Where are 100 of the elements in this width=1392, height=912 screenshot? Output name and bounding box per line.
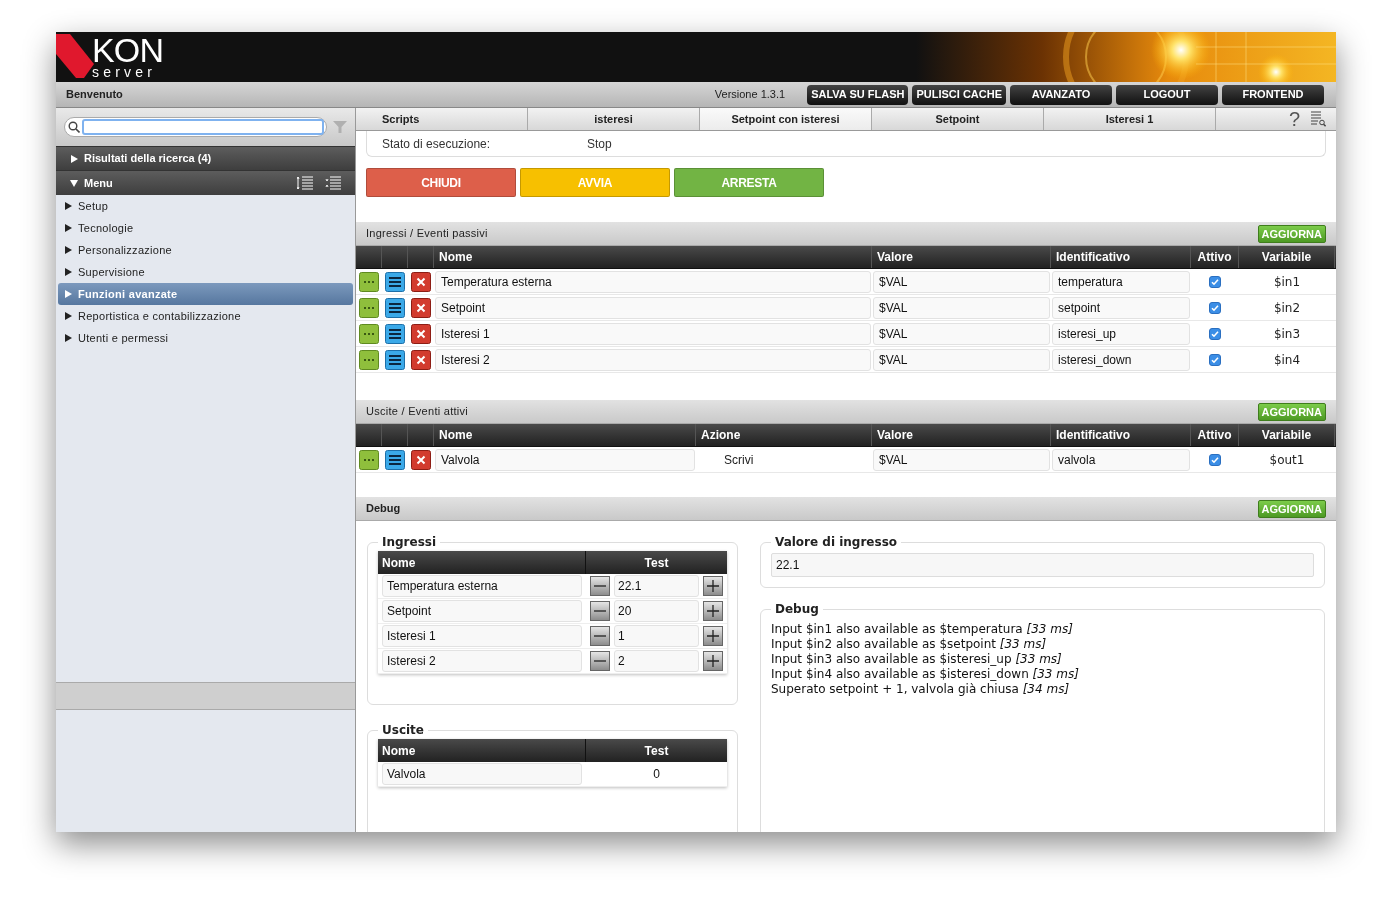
column-header: Variabile [1261, 249, 1312, 266]
text-field[interactable]: temperatura [1052, 270, 1190, 293]
test-value-field[interactable]: 22.1 [614, 575, 699, 597]
panel-title: Debug [774, 601, 820, 618]
active-checkbox[interactable] [1209, 301, 1221, 314]
text-field[interactable]: Isteresi 1 [435, 322, 871, 345]
log-line: Superato setpoint + 1, valvola già chiusa [34 ms] [771, 682, 1071, 697]
column-header: Test [644, 554, 669, 572]
toolbar-button[interactable]: AVANZATO [1010, 84, 1112, 105]
list-icon[interactable] [385, 323, 405, 344]
list-icon[interactable] [385, 271, 405, 292]
text-field[interactable]: $VAL [873, 348, 1050, 371]
menu-item[interactable]: Funzioni avanzate [58, 283, 353, 305]
action-button[interactable]: CHIUDI [366, 168, 516, 197]
search-results-header[interactable]: Risultati della ricerca (4) [56, 146, 355, 170]
panel-title: Valore di ingresso [774, 534, 899, 551]
text-field[interactable]: Valvola [435, 448, 695, 471]
text-field[interactable]: isteresi_up [1052, 322, 1190, 345]
text-field[interactable]: Temperatura esterna [435, 270, 871, 293]
menu-item[interactable]: Reportistica e contabilizzazione [58, 305, 353, 327]
text-field[interactable]: Valvola [382, 763, 582, 785]
delete-icon[interactable] [411, 297, 431, 318]
menu-item[interactable]: Supervisione [58, 261, 353, 283]
text-field[interactable]: $VAL [873, 296, 1050, 319]
toolbar-button[interactable]: FRONTEND [1222, 84, 1324, 105]
text-field[interactable]: Setpoint [435, 296, 871, 319]
log-line: Input $in1 also available as $temperatura [33 ms] [771, 622, 1074, 637]
more-icon[interactable] [359, 349, 379, 370]
active-checkbox[interactable] [1209, 353, 1221, 366]
menu-item[interactable]: Personalizzazione [58, 239, 353, 261]
expand-all-icon[interactable] [297, 176, 313, 190]
test-value-field[interactable]: 2 [614, 650, 699, 672]
minus-icon[interactable] [590, 651, 610, 671]
active-checkbox[interactable] [1209, 453, 1221, 466]
help-button[interactable]: ? [1288, 109, 1300, 129]
log-search-icon[interactable] [1310, 111, 1326, 127]
list-icon[interactable] [385, 297, 405, 318]
search-field[interactable] [64, 117, 327, 137]
text-field[interactable]: Isteresi 1 [382, 625, 582, 647]
variable-text: $in2 [1273, 299, 1301, 317]
more-icon[interactable] [359, 297, 379, 318]
collapse-all-icon[interactable] [325, 176, 341, 190]
expand-arrow-icon [64, 246, 72, 254]
action-text: Scrivi [724, 451, 754, 469]
test-value: 0 [653, 766, 660, 783]
toolbar-button[interactable]: PULISCI CACHE [912, 84, 1006, 105]
toolbar-button[interactable]: LOGOUT [1116, 84, 1218, 105]
toolbar-button[interactable]: SALVA SU FLASH [807, 84, 909, 105]
column-header: Nome [382, 554, 416, 572]
tab[interactable]: Isteresi 1 [1044, 108, 1216, 130]
minus-icon[interactable] [590, 601, 610, 621]
menu-item[interactable]: Utenti e permessi [58, 327, 353, 349]
plus-icon[interactable] [703, 576, 723, 596]
text-field[interactable]: Setpoint [382, 600, 582, 622]
delete-icon[interactable] [411, 323, 431, 344]
list-icon[interactable] [385, 349, 405, 370]
test-value-field[interactable]: 1 [614, 625, 699, 647]
more-icon[interactable] [359, 449, 379, 470]
minus-icon[interactable] [590, 626, 610, 646]
plus-icon[interactable] [703, 601, 723, 621]
expand-arrow-icon [64, 224, 72, 232]
more-icon[interactable] [359, 323, 379, 344]
tab[interactable]: Setpoint con isteresi [700, 108, 872, 130]
text-field[interactable]: $VAL [873, 322, 1050, 345]
test-value-field[interactable]: 20 [614, 600, 699, 622]
plus-icon[interactable] [703, 626, 723, 646]
version-text: Versione 1.3.1 [714, 87, 786, 103]
column-header: Test [644, 742, 669, 760]
welcome-text: Benvenuto [66, 87, 123, 103]
text-field[interactable]: $VAL [873, 270, 1050, 293]
text-field[interactable]: Temperatura esterna [382, 575, 582, 597]
list-icon[interactable] [385, 449, 405, 470]
menu-header[interactable]: Menu [56, 170, 355, 195]
variable-text: $in4 [1273, 351, 1301, 369]
delete-icon[interactable] [411, 349, 431, 370]
more-icon[interactable] [359, 271, 379, 292]
text-field[interactable]: setpoint [1052, 296, 1190, 319]
menu-item[interactable]: Tecnologie [58, 217, 353, 239]
text-field[interactable]: valvola [1052, 448, 1190, 471]
log-line: Input $in2 also available as $setpoint [33 ms] [771, 637, 1048, 652]
text-field[interactable]: isteresi_down [1052, 348, 1190, 371]
minus-icon[interactable] [590, 576, 610, 596]
delete-icon[interactable] [411, 271, 431, 292]
status-value: Stop [587, 135, 612, 153]
active-checkbox[interactable] [1209, 275, 1221, 288]
text-field[interactable]: $VAL [873, 448, 1050, 471]
menu-item[interactable]: Setup [58, 195, 353, 217]
text-field[interactable]: Isteresi 2 [435, 348, 871, 371]
plus-icon[interactable] [703, 651, 723, 671]
panel-title: Uscite [381, 722, 425, 739]
text-field[interactable]: Isteresi 2 [382, 650, 582, 672]
log-line: Input $in4 also available as $isteresi_down [33 ms] [771, 667, 1080, 682]
column-header: Variabile [1261, 427, 1312, 444]
tab[interactable]: Scripts [356, 108, 528, 130]
tab[interactable]: Setpoint [872, 108, 1044, 130]
input-value-field[interactable]: 22.1 [771, 553, 1314, 577]
logo-text: KON [92, 35, 164, 65]
section-title: Ingressi / Eventi passivi [366, 226, 488, 242]
delete-icon[interactable] [411, 449, 431, 470]
active-checkbox[interactable] [1209, 327, 1221, 340]
